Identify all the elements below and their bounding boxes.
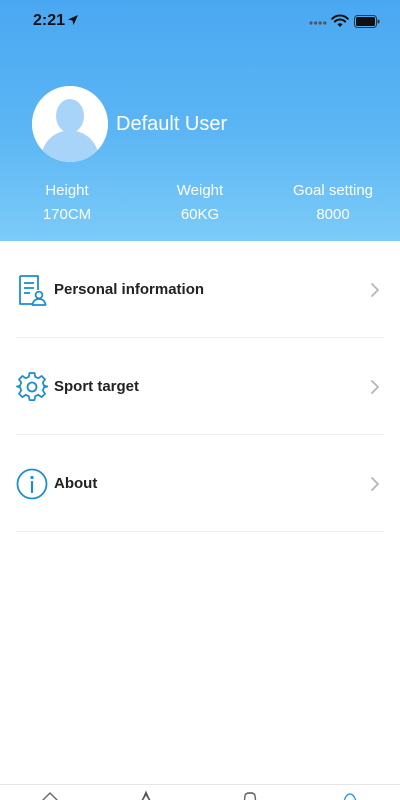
stat-value: 170CM [42, 206, 92, 223]
status-time: 2:21 [33, 12, 66, 29]
stat-label: Height [45, 182, 89, 199]
profile-icon [343, 793, 357, 800]
info-icon [16, 468, 48, 500]
chevron-right-icon [370, 379, 380, 395]
tab-device[interactable] [239, 790, 261, 800]
user-name: Default User [116, 113, 228, 135]
device-icon [243, 792, 257, 800]
settings-menu: Personal information Sport target About [0, 241, 400, 532]
stat-value: 8000 [316, 206, 350, 223]
stat-height[interactable]: Height 170CM [12, 181, 122, 225]
default-user-avatar-icon [32, 86, 108, 162]
personal-info-icon [16, 274, 48, 306]
tab-bar [0, 784, 400, 800]
status-bar: 2:21 [0, 0, 400, 44]
menu-item-personal-information[interactable]: Personal information [16, 241, 384, 338]
location-arrow-icon [68, 15, 78, 25]
stat-label: Goal setting [292, 182, 374, 199]
sport-icon [141, 790, 151, 800]
menu-item-label: Personal information [54, 281, 205, 298]
tab-home[interactable] [39, 790, 61, 800]
menu-item-label: About [54, 475, 98, 492]
chevron-right-icon [370, 476, 380, 492]
stat-label: Weight [176, 182, 224, 199]
cellular-signal-icon [309, 21, 327, 25]
home-icon [42, 792, 58, 800]
stat-weight[interactable]: Weight 60KG [145, 181, 255, 225]
wifi-icon [331, 14, 349, 27]
avatar[interactable] [32, 86, 108, 162]
profile-screen: 2:21 Default User Height 170CM Weight 60… [0, 0, 400, 800]
stat-value: 60KG [180, 206, 220, 223]
gear-icon [16, 371, 48, 403]
battery-icon [354, 15, 380, 28]
menu-item-label: Sport target [54, 378, 140, 395]
menu-item-about[interactable]: About [16, 435, 384, 532]
tab-sport[interactable] [135, 790, 157, 800]
stat-goal-setting[interactable]: Goal setting 8000 [278, 181, 388, 225]
tab-me[interactable] [339, 790, 361, 800]
chevron-right-icon [370, 282, 380, 298]
menu-item-sport-target[interactable]: Sport target [16, 338, 384, 435]
